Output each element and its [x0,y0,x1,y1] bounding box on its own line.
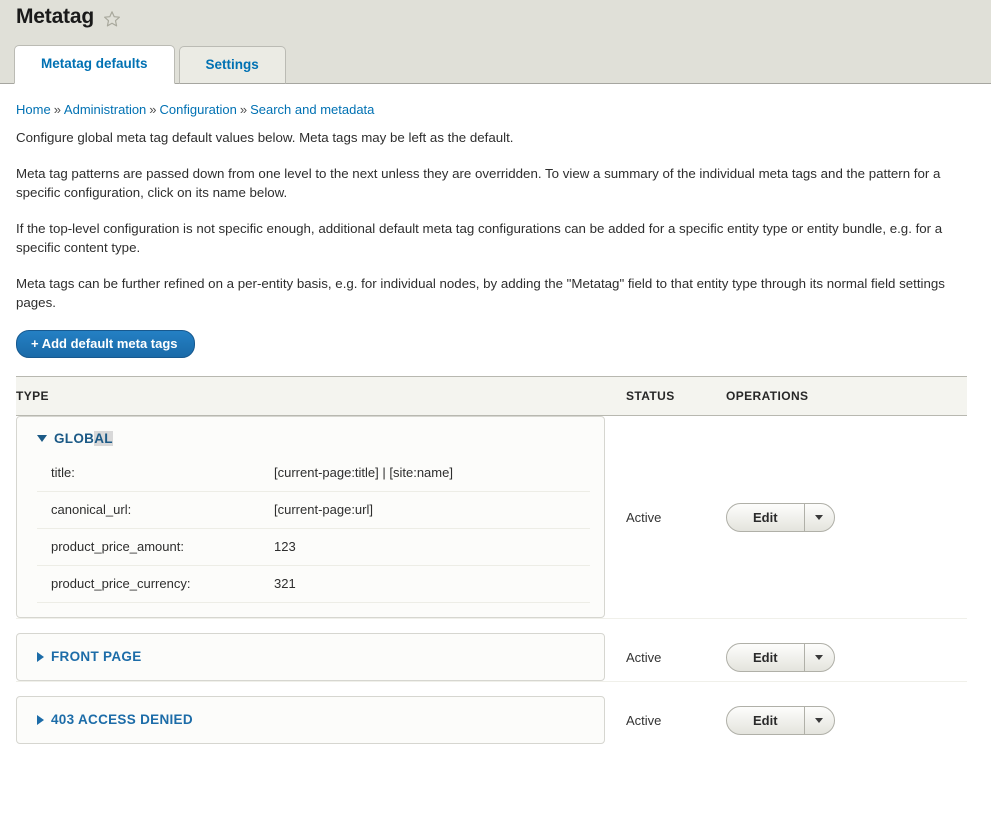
intro-paragraph-4: Meta tags can be further refined on a pe… [16,274,961,312]
status-badge: Active [626,633,726,682]
table-row: FRONT PAGE Active Edit [16,633,967,682]
triangle-right-icon [37,715,44,725]
breadcrumb-item-search-and-metadata[interactable]: Search and metadata [250,102,374,117]
breadcrumb-separator: » [54,102,61,117]
tag-value: [current-page:url] [274,502,373,517]
edit-button[interactable]: Edit [727,644,804,671]
tag-row: product_price_currency: 321 [37,566,590,603]
panel-toggle-403-access-denied[interactable]: 403 ACCESS DENIED [17,712,604,727]
edit-split-button-403-access-denied[interactable]: Edit [726,706,835,735]
row-spacer [16,682,967,697]
chevron-down-icon [815,515,823,520]
breadcrumb-item-administration[interactable]: Administration [64,102,146,117]
breadcrumb-separator: » [240,102,247,117]
page-header: Metatag Metatag defaults Settings [0,0,991,84]
tag-row: canonical_url: [current-page:url] [37,492,590,529]
triangle-down-icon [37,435,47,442]
tag-key: canonical_url: [37,502,274,517]
tab-metatag-defaults[interactable]: Metatag defaults [14,45,175,84]
intro-paragraph-1: Configure global meta tag default values… [16,128,961,147]
breadcrumb: Home»Administration»Configuration»Search… [16,84,975,117]
table-row: GLOBAL title: [current-page:title] | [si… [16,416,967,619]
cell-type-403-access-denied: 403 ACCESS DENIED [16,696,626,744]
panel-title-global-plain: GLOB [54,431,94,446]
panel-title-front-page: FRONT PAGE [51,649,142,664]
cell-operations-front-page: Edit [726,633,967,682]
tag-key: product_price_currency: [37,576,274,591]
detail-panel-global: GLOBAL title: [current-page:title] | [si… [16,416,605,618]
detail-panel-403-access-denied: 403 ACCESS DENIED [16,696,605,744]
cell-operations-403-access-denied: Edit [726,696,967,744]
row-spacer [16,619,967,634]
cell-type-global: GLOBAL title: [current-page:title] | [si… [16,416,626,619]
page-title-row: Metatag [0,0,991,29]
edit-button[interactable]: Edit [727,504,804,531]
edit-dropdown-toggle[interactable] [804,644,834,671]
panel-title-403-access-denied: 403 ACCESS DENIED [51,712,193,727]
panel-toggle-global[interactable]: GLOBAL [17,431,604,446]
cell-type-front-page: FRONT PAGE [16,633,626,682]
tag-value: 321 [274,576,296,591]
add-default-meta-tags-label: + Add default meta tags [31,336,178,351]
edit-dropdown-toggle[interactable] [804,504,834,531]
tag-value: [current-page:title] | [site:name] [274,465,453,480]
edit-split-button-global[interactable]: Edit [726,503,835,532]
tag-row: title: [current-page:title] | [site:name… [37,455,590,492]
star-outline-icon[interactable] [103,10,121,28]
tag-key: product_price_amount: [37,539,274,554]
intro-paragraph-2: Meta tag patterns are passed down from o… [16,164,961,202]
tab-metatag-defaults-label: Metatag defaults [41,56,148,71]
breadcrumb-item-home[interactable]: Home [16,102,51,117]
status-badge: Active [626,696,726,744]
tab-settings[interactable]: Settings [179,46,286,84]
tab-settings-label: Settings [206,57,259,72]
breadcrumb-item-configuration[interactable]: Configuration [160,102,237,117]
add-default-meta-tags-button[interactable]: + Add default meta tags [16,330,195,358]
table-header: TYPE STATUS OPERATIONS [16,377,967,416]
detail-panel-front-page: FRONT PAGE [16,633,605,681]
edit-button[interactable]: Edit [727,707,804,734]
edit-dropdown-toggle[interactable] [804,707,834,734]
page-title: Metatag [16,5,94,29]
column-header-status: STATUS [626,377,726,416]
tab-bar: Metatag defaults Settings [14,45,290,84]
chevron-down-icon [815,655,823,660]
status-badge: Active [626,416,726,619]
column-header-type: TYPE [16,377,626,416]
breadcrumb-separator: » [149,102,156,117]
table-body: GLOBAL title: [current-page:title] | [si… [16,416,967,745]
column-header-operations: OPERATIONS [726,377,967,416]
tag-key: title: [37,465,274,480]
cell-operations-global: Edit [726,416,967,619]
row-spacer-cell [16,682,967,697]
panel-toggle-front-page[interactable]: FRONT PAGE [17,649,604,664]
chevron-down-icon [815,718,823,723]
tag-row: product_price_amount: 123 [37,529,590,566]
tag-value: 123 [274,539,296,554]
triangle-right-icon [37,652,44,662]
table-header-row: TYPE STATUS OPERATIONS [16,377,967,416]
tag-list-global: title: [current-page:title] | [site:name… [17,455,604,603]
edit-split-button-front-page[interactable]: Edit [726,643,835,672]
table-row: 403 ACCESS DENIED Active Edit [16,696,967,744]
row-spacer-cell [16,619,967,634]
panel-title-global-selected: AL [94,431,113,446]
page-content: Home»Administration»Configuration»Search… [0,84,991,744]
intro-paragraph-3: If the top-level configuration is not sp… [16,219,961,257]
metatag-defaults-table: TYPE STATUS OPERATIONS GLOBAL tit [16,376,967,744]
